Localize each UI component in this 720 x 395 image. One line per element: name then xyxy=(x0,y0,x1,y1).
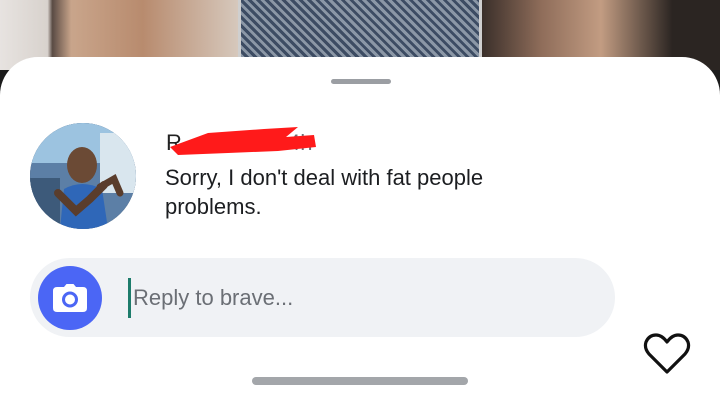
heart-outline-icon[interactable] xyxy=(643,332,691,376)
sheet-drag-handle[interactable] xyxy=(331,79,391,84)
comment-body: Sorry, I don't deal with fat people prob… xyxy=(165,165,484,219)
camera-icon xyxy=(53,284,87,312)
reply-input[interactable] xyxy=(128,278,578,318)
comments-bottom-sheet: R 4h Sorry, I don't deal with fat people… xyxy=(0,57,720,395)
comment-item: R 4h Sorry, I don't deal with fat people… xyxy=(30,123,690,233)
commenter-avatar[interactable] xyxy=(30,123,136,229)
reply-bar xyxy=(30,258,615,337)
home-indicator xyxy=(252,377,468,385)
camera-button[interactable] xyxy=(38,266,102,330)
redaction-scribble xyxy=(170,127,316,155)
comment-sheet-screen: R 4h Sorry, I don't deal with fat people… xyxy=(0,0,720,395)
avatar-photo xyxy=(30,123,136,229)
